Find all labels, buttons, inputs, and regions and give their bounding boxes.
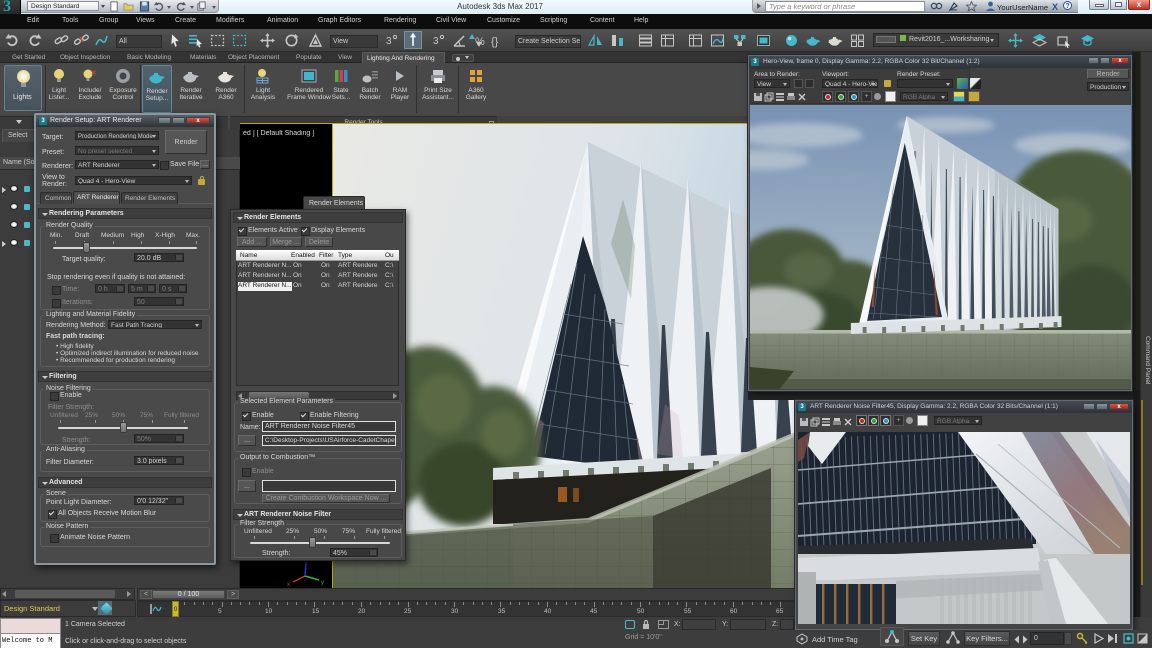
- svg-text:y: y: [321, 580, 324, 586]
- svg-text:3: 3: [386, 36, 392, 47]
- svg-text:{}: {}: [491, 36, 499, 48]
- svg-text:3: 3: [433, 36, 439, 47]
- svg-text:x: x: [287, 582, 290, 586]
- svg-text:✕: ✕: [91, 70, 97, 77]
